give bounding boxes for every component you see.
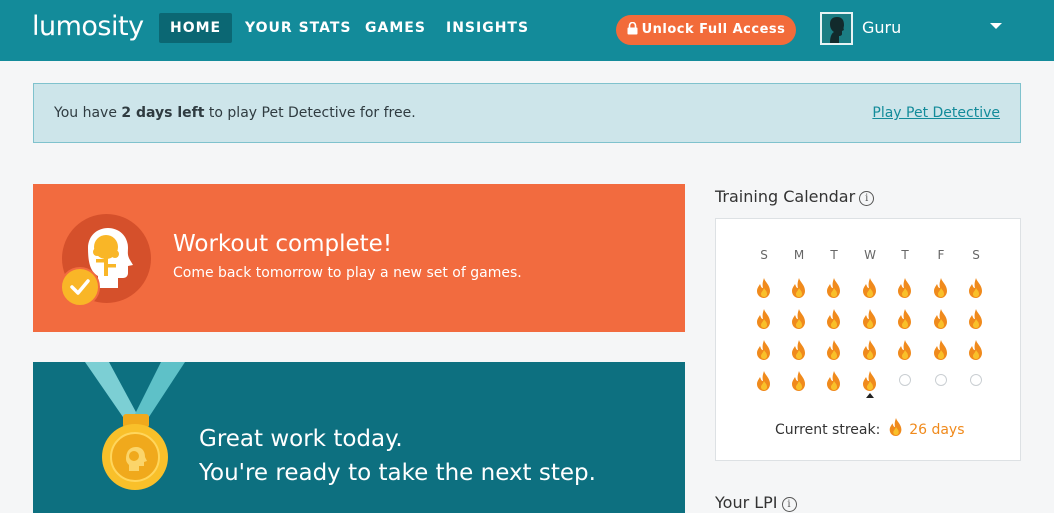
nav-home[interactable]: HOME bbox=[159, 13, 233, 43]
trial-banner: You have 2 days left to play Pet Detecti… bbox=[33, 83, 1021, 143]
top-navigation-bar: lumosity HOME YOUR STATS GAMES INSIGHTS … bbox=[0, 0, 1054, 61]
flame-icon bbox=[860, 339, 880, 361]
flame-icon bbox=[789, 308, 809, 330]
nav-your-stats[interactable]: YOUR STATS bbox=[234, 13, 363, 43]
calendar-day-header: S bbox=[972, 248, 980, 262]
flame-icon bbox=[754, 277, 774, 299]
flame-icon bbox=[860, 308, 880, 330]
training-calendar: Current streak: 26 days S M T W T F S bbox=[715, 218, 1021, 461]
nav-insights[interactable]: INSIGHTS bbox=[435, 13, 540, 43]
workout-complete-card: Workout complete! Come back tomorrow to … bbox=[33, 184, 685, 332]
flame-icon bbox=[895, 308, 915, 330]
flame-icon bbox=[754, 370, 774, 392]
username[interactable]: Guru bbox=[862, 18, 901, 37]
lpi-info-icon[interactable]: i bbox=[781, 497, 797, 512]
flame-icon bbox=[824, 339, 844, 361]
flame-icon bbox=[966, 339, 986, 361]
flame-icon bbox=[931, 277, 951, 299]
user-silhouette-icon bbox=[822, 14, 851, 43]
great-work-subheading: You're ready to take the next step. bbox=[199, 460, 596, 486]
flame-icon bbox=[895, 339, 915, 361]
calendar-day-header: M bbox=[793, 248, 805, 262]
flame-icon bbox=[789, 339, 809, 361]
checkmark-icon bbox=[60, 267, 100, 307]
unlock-full-access-button[interactable]: Unlock Full Access bbox=[616, 15, 796, 45]
nav-games[interactable]: GAMES bbox=[354, 13, 437, 43]
calendar-day-header: T bbox=[830, 248, 838, 262]
calendar-day-header: F bbox=[937, 248, 945, 262]
banner-days-left: 2 days left bbox=[121, 105, 205, 121]
chevron-down-icon[interactable] bbox=[990, 23, 1002, 29]
flame-icon bbox=[931, 308, 951, 330]
great-work-card: Great work today. You're ready to take t… bbox=[33, 362, 685, 513]
banner-prefix: You have bbox=[54, 105, 122, 121]
workout-title: Workout complete! bbox=[173, 231, 393, 257]
unlock-label: Unlock Full Access bbox=[641, 22, 786, 37]
current-streak: Current streak: 26 days bbox=[775, 417, 965, 438]
streak-value: 26 days bbox=[909, 422, 965, 438]
today-marker-icon bbox=[866, 393, 874, 398]
flame-icon bbox=[824, 277, 844, 299]
empty-day-icon bbox=[970, 374, 982, 386]
flame-icon bbox=[754, 308, 774, 330]
flame-icon bbox=[789, 370, 809, 392]
workout-subtitle: Come back tomorrow to play a new set of … bbox=[173, 265, 522, 281]
calendar-day-header: W bbox=[864, 248, 876, 262]
flame-icon bbox=[824, 370, 844, 392]
flame-icon bbox=[966, 277, 986, 299]
lock-icon bbox=[627, 21, 638, 35]
flame-icon bbox=[931, 339, 951, 361]
lumosity-logo[interactable]: lumosity bbox=[32, 11, 144, 42]
banner-message: You have 2 days left to play Pet Detecti… bbox=[54, 105, 416, 121]
your-lpi-label: Your LPI bbox=[715, 493, 778, 512]
flame-icon bbox=[860, 370, 880, 392]
calendar-day-header: S bbox=[760, 248, 768, 262]
calendar-day-header: T bbox=[901, 248, 909, 262]
flame-icon bbox=[895, 277, 915, 299]
flame-icon bbox=[889, 418, 902, 436]
training-calendar-title: Training Calendar i bbox=[715, 187, 875, 206]
flame-icon bbox=[789, 277, 809, 299]
empty-day-icon bbox=[935, 374, 947, 386]
streak-label: Current streak: bbox=[775, 422, 881, 438]
flame-icon bbox=[966, 308, 986, 330]
avatar[interactable] bbox=[820, 12, 853, 45]
banner-suffix: to play Pet Detective for free. bbox=[204, 105, 416, 121]
play-pet-detective-link[interactable]: Play Pet Detective bbox=[872, 105, 1000, 121]
your-lpi-title: Your LPI i bbox=[715, 493, 797, 512]
flame-icon bbox=[860, 277, 880, 299]
flame-icon bbox=[754, 339, 774, 361]
great-work-heading: Great work today. bbox=[199, 426, 403, 452]
info-icon[interactable]: i bbox=[859, 191, 875, 206]
empty-day-icon bbox=[899, 374, 911, 386]
flame-icon bbox=[824, 308, 844, 330]
training-calendar-label: Training Calendar bbox=[715, 187, 856, 206]
